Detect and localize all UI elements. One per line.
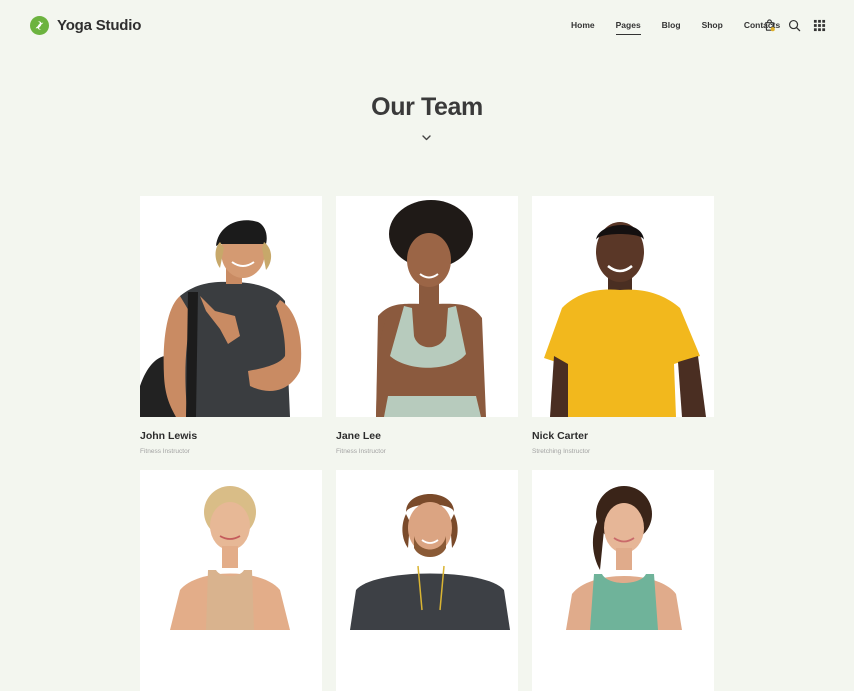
member-name[interactable]: John Lewis: [140, 430, 197, 442]
member-name[interactable]: Nick Carter: [532, 430, 588, 442]
member-photo-6: [566, 486, 682, 630]
header-icons: [763, 19, 826, 32]
grid-menu-icon[interactable]: [813, 19, 826, 32]
member-photo-jane: [376, 200, 486, 417]
member-photo[interactable]: [532, 470, 714, 691]
member-role: Fitness Instructor: [140, 448, 190, 455]
yoga-leaf-logo-icon: [30, 16, 49, 35]
page-title: Our Team: [371, 93, 483, 121]
member-role: Stretching Instructor: [532, 448, 591, 455]
nav-blog[interactable]: Blog: [662, 20, 681, 30]
team-card[interactable]: Jane Lee Fitness Instructor: [336, 196, 518, 455]
member-photo[interactable]: [336, 470, 518, 691]
member-photo-4: [170, 486, 290, 630]
nav-pages[interactable]: Pages: [615, 20, 641, 35]
page-title-section: Our Team: [0, 93, 854, 122]
team-card[interactable]: [336, 470, 518, 691]
team-card[interactable]: Nick Carter Stretching Instructor: [532, 196, 714, 455]
cart-icon[interactable]: [763, 19, 776, 32]
member-photo[interactable]: [140, 196, 322, 417]
search-icon[interactable]: [788, 19, 801, 32]
site-header: Yoga Studio Home Pages Blog Shop Contact…: [0, 0, 854, 54]
member-role: Fitness Instructor: [336, 448, 386, 455]
member-photo[interactable]: [140, 470, 322, 691]
nav-home[interactable]: Home: [571, 20, 595, 30]
member-photo[interactable]: [336, 196, 518, 417]
member-photo-john: [140, 220, 302, 417]
member-name[interactable]: Jane Lee: [336, 430, 381, 442]
nav-shop[interactable]: Shop: [702, 20, 723, 30]
team-card[interactable]: [532, 470, 714, 691]
chevron-down-icon[interactable]: [421, 134, 432, 142]
member-photo-nick: [544, 222, 706, 417]
brand-logo[interactable]: Yoga Studio: [30, 16, 141, 35]
member-photo[interactable]: [532, 196, 714, 417]
member-photo-5: [350, 494, 510, 630]
team-card[interactable]: [140, 470, 322, 691]
team-card[interactable]: John Lewis Fitness Instructor: [140, 196, 322, 455]
brand-name: Yoga Studio: [57, 17, 142, 34]
